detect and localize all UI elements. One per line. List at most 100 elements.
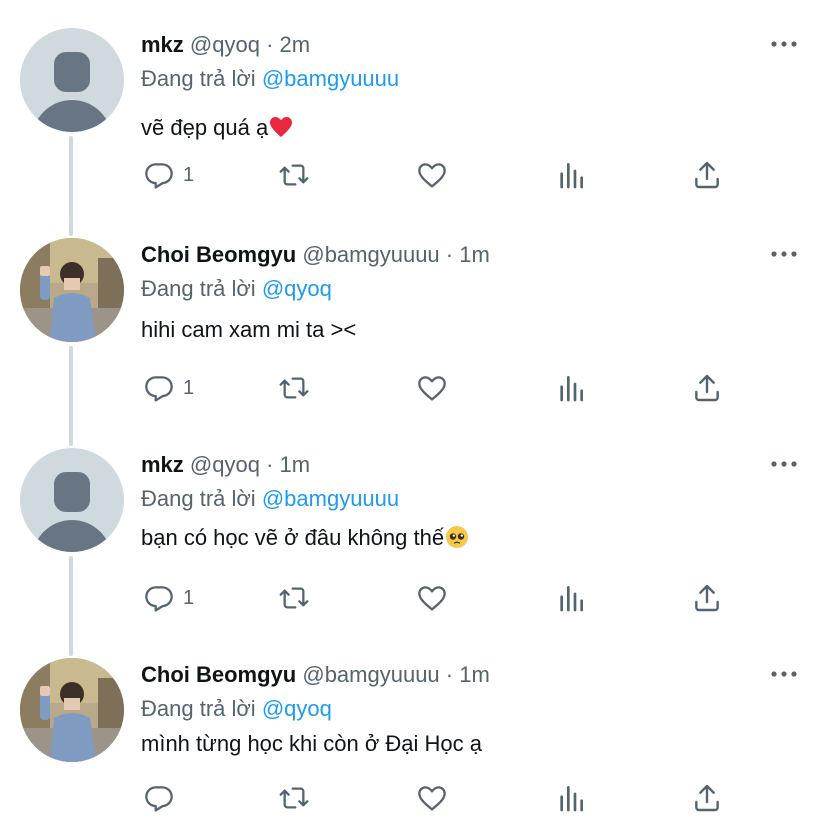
display-name[interactable]: mkz — [141, 32, 184, 57]
tweet-text: bạn có học vẽ ở đâu không thế — [141, 522, 469, 554]
timestamp[interactable]: 2m — [280, 32, 311, 57]
tweet-text-content: hihi cam xam mi ta >< — [141, 317, 357, 342]
more-icon[interactable] — [768, 448, 800, 480]
user-handle[interactable]: @bamgyuuuu — [302, 242, 439, 267]
share-button[interactable] — [691, 778, 723, 818]
retweet-icon — [279, 787, 309, 809]
retweet-icon — [279, 587, 309, 609]
avatar[interactable] — [20, 238, 124, 342]
like-icon — [418, 786, 446, 811]
action-bar: 1 — [141, 368, 741, 408]
retweet-button[interactable] — [277, 368, 311, 408]
display-name[interactable]: Choi Beomgyu — [141, 242, 296, 267]
separator-dot: · — [445, 242, 454, 267]
action-bar: 1 — [141, 155, 741, 195]
retweet-icon — [279, 377, 309, 399]
share-icon — [695, 784, 719, 812]
mention-link[interactable]: @qyoq — [262, 276, 332, 301]
tweet-text: mình từng học khi còn ở Đại Học ạ — [141, 728, 482, 760]
replying-to: Đang trả lời @qyoq — [141, 694, 332, 724]
analytics-icon — [560, 376, 583, 402]
analytics-button[interactable] — [555, 778, 587, 818]
avatar[interactable] — [20, 448, 124, 552]
like-button[interactable] — [415, 155, 449, 195]
display-name[interactable]: mkz — [141, 452, 184, 477]
display-name[interactable]: Choi Beomgyu — [141, 662, 296, 687]
more-icon[interactable] — [768, 238, 800, 270]
reply-icon — [145, 163, 173, 189]
like-icon — [418, 586, 446, 611]
retweet-button[interactable] — [277, 155, 311, 195]
tweet[interactable]: Choi Beomgyu @bamgyuuuu · 1m Đang trả lờ… — [0, 630, 828, 840]
reply-count: 1 — [183, 163, 195, 186]
share-button[interactable] — [691, 155, 723, 195]
replying-to-label: Đang trả lời — [141, 276, 256, 301]
share-button[interactable] — [691, 578, 723, 618]
tweet[interactable]: mkz @qyoq · 2m Đang trả lời @bamgyuuuu v… — [0, 0, 828, 210]
replying-to: Đang trả lời @qyoq — [141, 274, 332, 304]
tweet-header: Choi Beomgyu @bamgyuuuu · 1m — [141, 660, 490, 690]
analytics-button[interactable] — [555, 368, 587, 408]
mention-link[interactable]: @bamgyuuuu — [262, 66, 399, 91]
tweet[interactable]: Choi Beomgyu @bamgyuuuu · 1m Đang trả lờ… — [0, 210, 828, 420]
share-icon — [695, 161, 719, 189]
tweet[interactable]: mkz @qyoq · 1m Đang trả lời @bamgyuuuu b… — [0, 420, 828, 630]
timestamp[interactable]: 1m — [459, 662, 490, 687]
separator-dot: · — [266, 452, 274, 477]
more-icon[interactable] — [768, 658, 800, 690]
tweet-text: vẽ đẹp quá ạ — [141, 112, 293, 144]
tweet-text: hihi cam xam mi ta >< — [141, 314, 356, 346]
like-icon — [418, 163, 446, 188]
more-icon[interactable] — [768, 28, 800, 60]
timestamp[interactable]: 1m — [459, 242, 490, 267]
reply-button[interactable] — [143, 778, 183, 818]
reply-button[interactable]: 1 — [143, 368, 194, 408]
reply-button[interactable]: 1 — [143, 155, 194, 195]
avatar[interactable] — [20, 28, 124, 132]
retweet-button[interactable] — [277, 778, 311, 818]
tweet-text-content: bạn có học vẽ ở đâu không thế — [141, 525, 445, 550]
retweet-button[interactable] — [277, 578, 311, 618]
reply-button[interactable]: 1 — [143, 578, 194, 618]
pleading-face-emoji — [446, 526, 469, 548]
separator-dot: · — [266, 32, 274, 57]
retweet-icon — [279, 164, 309, 186]
like-button[interactable] — [415, 368, 449, 408]
user-handle[interactable]: @bamgyuuuu — [302, 662, 439, 687]
replying-to: Đang trả lời @bamgyuuuu — [141, 484, 399, 514]
share-icon — [695, 374, 719, 402]
analytics-icon — [560, 586, 583, 612]
reply-count: 1 — [183, 376, 195, 399]
reply-icon — [145, 586, 173, 612]
mention-link[interactable]: @bamgyuuuu — [262, 486, 399, 511]
analytics-button[interactable] — [555, 155, 587, 195]
reply-icon — [145, 786, 173, 812]
reply-count: 1 — [183, 586, 195, 609]
action-bar — [141, 778, 741, 818]
user-handle[interactable]: @qyoq — [190, 32, 260, 57]
mention-link[interactable]: @qyoq — [262, 696, 332, 721]
analytics-icon — [560, 163, 583, 189]
analytics-icon — [560, 786, 583, 812]
like-button[interactable] — [415, 778, 449, 818]
reply-icon — [145, 376, 173, 402]
like-button[interactable] — [415, 578, 449, 618]
timestamp[interactable]: 1m — [280, 452, 311, 477]
share-icon — [695, 584, 719, 612]
avatar[interactable] — [20, 658, 124, 762]
tweet-text-content: vẽ đẹp quá ạ — [141, 115, 269, 140]
tweet-header: mkz @qyoq · 2m — [141, 30, 310, 60]
replying-to-label: Đang trả lời — [141, 486, 256, 511]
tweet-header: mkz @qyoq · 1m — [141, 450, 310, 480]
share-button[interactable] — [691, 368, 723, 408]
replying-to-label: Đang trả lời — [141, 696, 256, 721]
replying-to-label: Đang trả lời — [141, 66, 256, 91]
user-handle[interactable]: @qyoq — [190, 452, 260, 477]
tweet-header: Choi Beomgyu @bamgyuuuu · 1m — [141, 240, 490, 270]
like-icon — [418, 376, 446, 401]
heart-emoji — [270, 117, 293, 137]
separator-dot: · — [445, 662, 454, 687]
action-bar: 1 — [141, 578, 741, 618]
analytics-button[interactable] — [555, 578, 587, 618]
tweet-text-content: mình từng học khi còn ở Đại Học ạ — [141, 731, 482, 756]
